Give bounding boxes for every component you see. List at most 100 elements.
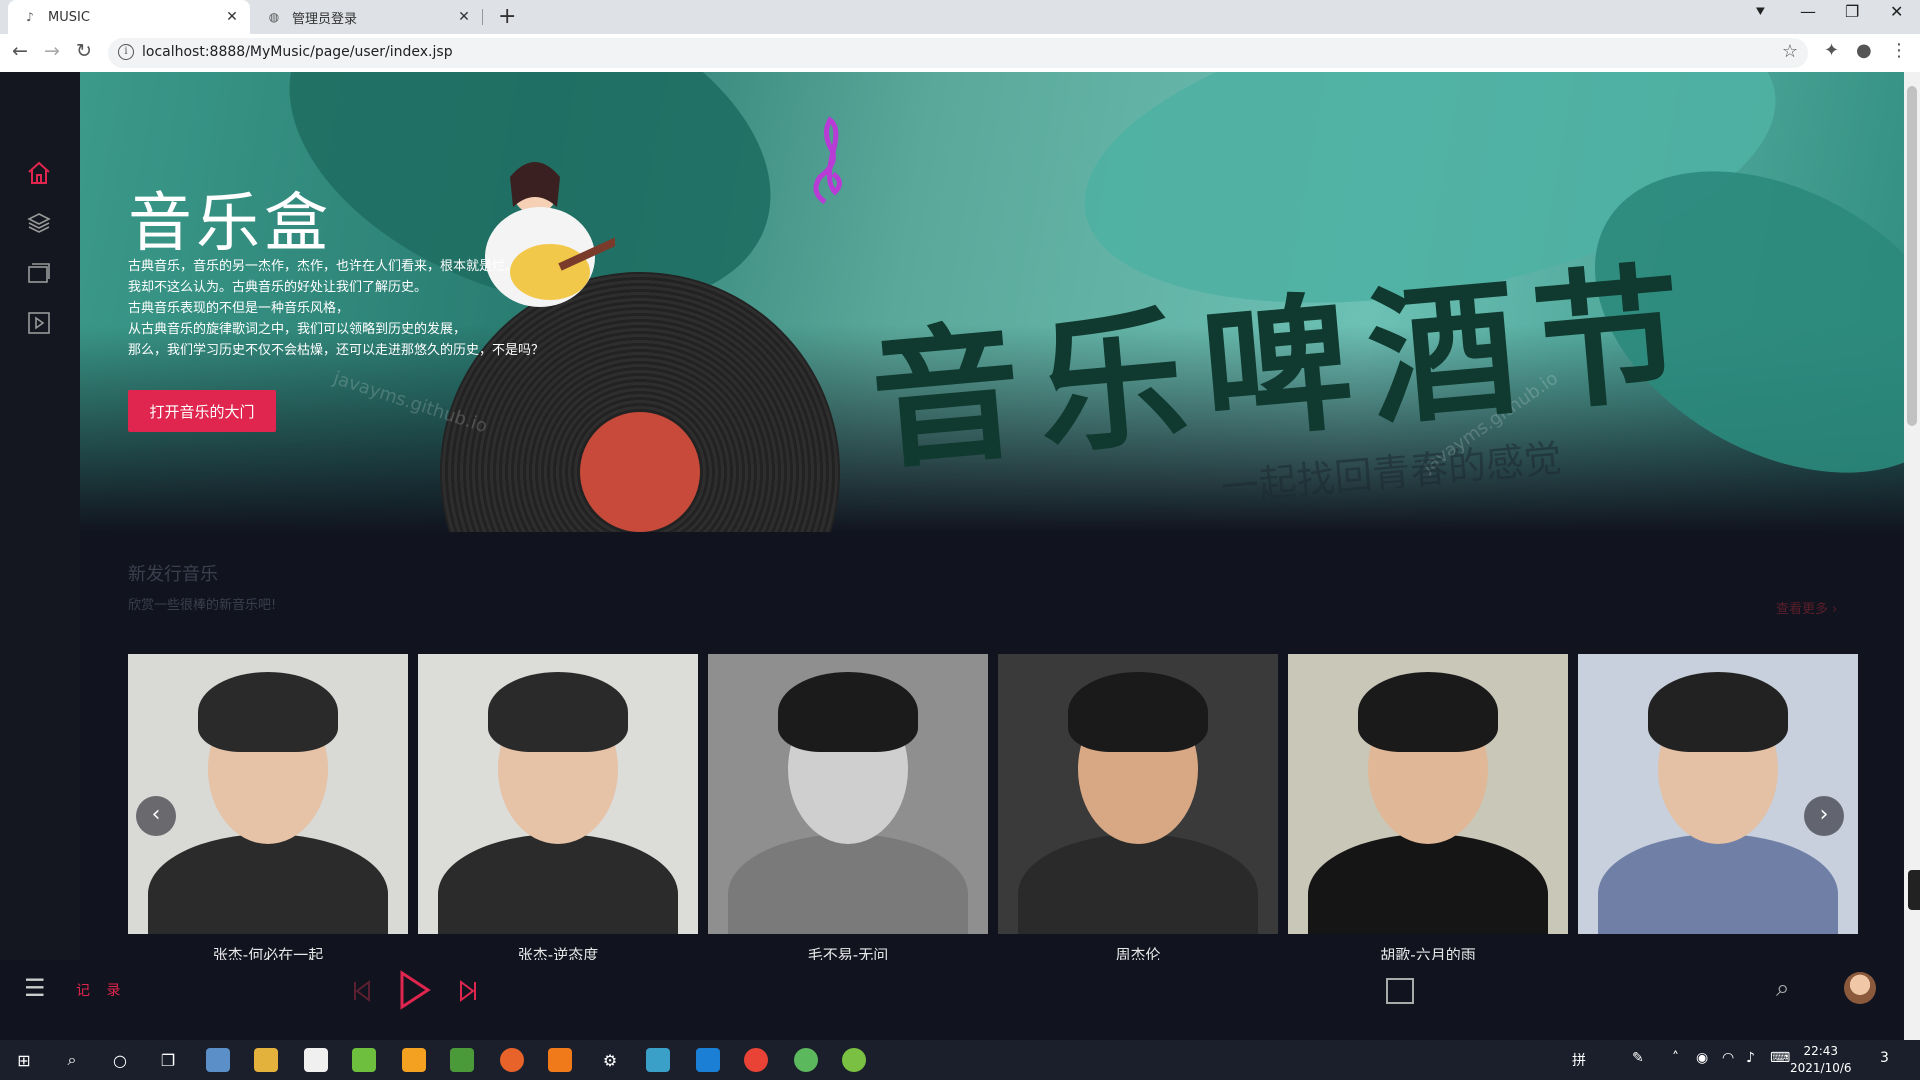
taskbar-clock[interactable]: 22:43 2021/10/6 [1790,1043,1852,1077]
address-bar: ← → ↻ i localhost:8888/MyMusic/page/user… [0,34,1920,73]
music-card[interactable]: 毛不易-无问 [708,654,988,965]
photo-hair [1358,672,1498,752]
photo-figure [438,834,678,934]
app-icon[interactable] [206,1048,230,1072]
section-subtitle: 欣赏一些很棒的新音乐吧! [128,598,277,613]
app-icon[interactable] [304,1048,328,1072]
previous-track-icon[interactable] [352,980,372,1002]
pen-icon[interactable]: ✎ [1632,1050,1644,1066]
photo-figure [1018,834,1258,934]
banner-line: 古典音乐表现的不但是一种音乐风格， [128,301,350,316]
keyboard-icon[interactable]: ⌨ [1770,1050,1790,1066]
artist-photo[interactable] [418,654,698,934]
forward-icon[interactable]: → [44,40,60,62]
cortana-icon[interactable]: ○ [108,1048,132,1072]
new-tab-button[interactable]: + [498,4,516,29]
ime-icon[interactable]: 拼 [1572,1050,1586,1070]
restore-icon[interactable]: ❐ [1845,2,1859,21]
windows-taskbar: ⊞ ⌕ ○ ❐ ⚙ 拼 ✎ ˄ ◉ ◠ ♪ ⌨ 22:43 2021/10/6 … [0,1040,1920,1080]
bookmark-star-icon[interactable]: ☆ [1782,41,1798,62]
profile-icon[interactable]: ● [1856,40,1872,61]
left-sidebar [0,72,80,1040]
tab-admin-login[interactable]: ◍ 管理员登录 ✕ [252,0,482,34]
scrollbar-thumb[interactable] [1907,86,1917,426]
layers-icon[interactable] [26,210,52,236]
tab-title: 管理员登录 [292,11,358,27]
settings-icon[interactable]: ⚙ [598,1048,622,1072]
chrome-icon[interactable] [744,1048,768,1072]
banner-line: 那么，我们学习历史不仅不会枯燥，还可以走进那悠久的历史，不是吗？ [128,343,545,358]
artist-photo[interactable] [708,654,988,934]
app-icon[interactable] [646,1048,670,1072]
app-icon[interactable] [548,1048,572,1072]
tab-title: MUSIC [48,9,90,25]
tray-app-icon[interactable]: ◉ [1696,1050,1708,1066]
photo-figure [1598,834,1838,934]
music-card[interactable]: 周杰伦 [998,654,1278,965]
task-view-icon[interactable]: ❐ [156,1048,180,1072]
photo-hair [1648,672,1788,752]
app-icon[interactable] [500,1048,524,1072]
carousel-prev-icon[interactable]: ‹ [136,796,176,836]
player-bar: ☰ 记 录 ⌕ [0,960,1904,1040]
tab-divider [482,9,483,25]
artist-photo[interactable] [998,654,1278,934]
file-explorer-icon[interactable] [254,1048,278,1072]
artist-photo[interactable] [1288,654,1568,934]
windows-start-icon[interactable]: ⊞ [12,1048,36,1072]
window-close-icon[interactable]: ✕ [1890,2,1903,21]
carousel-next-icon[interactable]: › [1804,796,1844,836]
photo-hair [1068,672,1208,752]
close-icon[interactable]: ✕ [454,9,474,25]
app-icon[interactable] [352,1048,376,1072]
music-favicon-icon: ♪ [26,10,34,24]
menu-icon[interactable]: ☰ [24,974,46,1002]
photo-figure [728,834,968,934]
search-icon[interactable]: ⌕ [1776,974,1789,1002]
clock-date: 2021/10/6 [1790,1061,1852,1075]
tab-music[interactable]: ♪ MUSIC ✕ [8,0,250,34]
app-icon[interactable] [842,1048,866,1072]
app-icon[interactable] [402,1048,426,1072]
browser-menu-icon[interactable]: ⋮ [1890,40,1908,61]
app-icon[interactable] [696,1048,720,1072]
network-icon[interactable]: ◠ [1722,1050,1734,1066]
section-title: 新发行音乐 [128,564,218,585]
playlist-icon[interactable] [1386,978,1414,1004]
minimize-icon[interactable]: — [1800,2,1816,21]
close-icon[interactable]: ✕ [222,9,242,25]
url-field[interactable]: i localhost:8888/MyMusic/page/user/index… [108,38,1808,68]
taskbar-search-icon[interactable]: ⌕ [60,1048,84,1072]
banner-description: 古典音乐，音乐的另一杰作，杰作，也许在人们看来，根本就是烂。 我却不这么认为。古… [128,256,544,361]
artist-photo[interactable] [1578,654,1858,934]
extensions-icon[interactable]: ✦ [1824,40,1839,61]
notification-center-icon[interactable]: 3 [1880,1050,1889,1066]
home-icon[interactable] [26,160,52,186]
back-icon[interactable]: ← [12,40,28,62]
open-music-door-button[interactable]: 打开音乐的大门 [128,390,276,432]
play-icon[interactable] [398,970,432,1010]
reload-icon[interactable]: ↻ [76,40,92,62]
user-avatar[interactable] [1844,972,1876,1004]
next-track-icon[interactable] [458,980,478,1002]
volume-icon[interactable]: ♪ [1746,1050,1755,1066]
video-icon[interactable] [26,310,52,336]
site-info-icon[interactable]: i [118,44,134,60]
record-link[interactable]: 记 录 [76,980,126,1000]
vinyl-label [580,412,700,532]
side-drawer-handle[interactable] [1908,870,1920,910]
photo-hair [198,672,338,752]
profile-dropdown-icon[interactable]: ⯆ [1754,2,1767,22]
photo-hair [488,672,628,752]
view-more-link[interactable]: 查看更多 › [1776,598,1837,617]
banner-line: 从古典音乐的旋律歌词之中，我们可以领略到历史的发展， [128,322,467,337]
music-card[interactable]: 张杰-逆态度 [418,654,698,965]
app-icon[interactable] [794,1048,818,1072]
photo-hair [778,672,918,752]
albums-icon[interactable] [26,260,52,286]
music-page: javayms.github.io javayms.github.io 音乐盒 … [0,72,1920,1040]
artist-photo[interactable] [128,654,408,934]
tray-expand-icon[interactable]: ˄ [1672,1050,1679,1066]
music-card[interactable]: 胡歌-六月的雨 [1288,654,1568,965]
app-icon[interactable] [450,1048,474,1072]
